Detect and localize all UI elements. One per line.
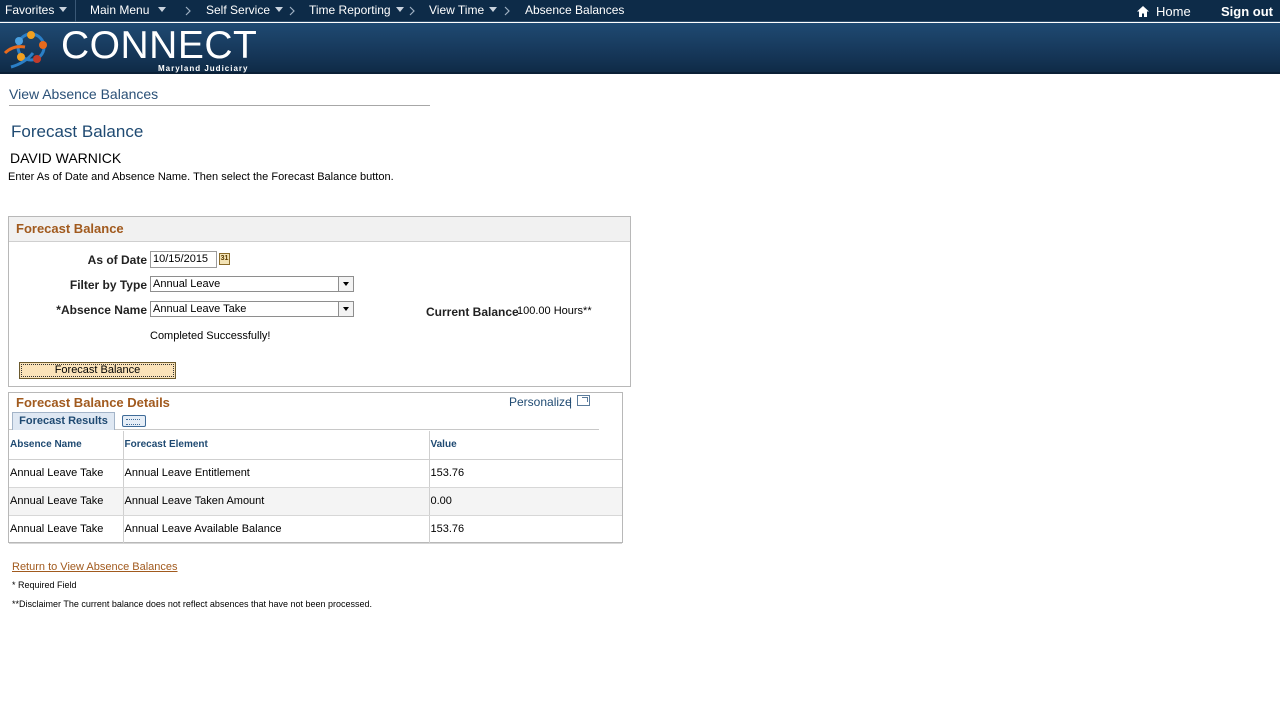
page-link-title: View Absence Balances [9,86,159,102]
cell-absence-name: Annual Leave Take [9,515,124,544]
cell-value: 0.00 [429,487,622,516]
return-to-absence-balances-link[interactable]: Return to View Absence Balances [12,561,178,573]
forecast-balance-groupbox: Forecast Balance As of Date 10/15/2015 3… [8,216,631,387]
home-icon [1137,6,1149,17]
nav-main-menu-label: Main Menu [90,3,150,17]
as-of-date-label: As of Date [87,253,147,267]
chevron-down-icon [158,7,167,12]
nav-absence-balances[interactable]: Absence Balances [525,0,624,22]
home-link[interactable]: Home [1136,0,1191,22]
personalize-link[interactable]: Personalize [509,395,572,409]
disclaimer-text: **Disclaimer The current balance does no… [12,599,373,609]
grid-title: Forecast Balance Details [16,395,170,410]
chevron-down-icon [275,7,284,12]
nav-favorites-label: Favorites [5,3,55,17]
forecast-balance-button[interactable]: Forecast Balance [19,362,176,379]
table-row: Annual Leave Take Annual Leave Entitleme… [9,459,622,488]
breadcrumb-arrow-icon [185,6,191,16]
new-window-icon[interactable] [577,395,590,406]
absence-name-label: *Absence Name [56,303,147,317]
groupbox-title: Forecast Balance [9,217,630,242]
breadcrumb-arrow-icon [289,6,295,16]
nav-self-service[interactable]: Self Service [206,0,284,22]
link-separator: | [569,395,573,409]
employee-name: DAVID WARNICK [10,150,122,166]
column-header-value[interactable]: Value [429,431,622,460]
table-row: Annual Leave Take Annual Leave Available… [9,515,622,544]
cell-absence-name: Annual Leave Take [9,487,124,516]
cell-value: 153.76 [429,459,622,488]
nav-view-time[interactable]: View Time [429,0,498,22]
nav-time-reporting[interactable]: Time Reporting [309,0,404,22]
chevron-down-icon [489,7,498,12]
column-header-forecast-element[interactable]: Forecast Element [123,431,430,460]
home-label: Home [1156,4,1191,19]
forecast-details-grid: Forecast Balance Details Personalize | F… [8,392,623,544]
filter-by-type-label: Filter by Type [69,278,147,292]
top-nav-bar: Favorites Main Menu Self Service Time Re… [0,0,1280,22]
nav-view-time-label: View Time [429,3,485,17]
connect-logo-text: CONNECT [61,24,258,67]
filter-by-type-value: Annual Leave [153,278,221,290]
tab-forecast-results[interactable]: Forecast Results [12,412,115,430]
instructions-text: Enter As of Date and Absence Name. Then … [8,171,394,183]
cell-forecast-element: Annual Leave Available Balance [123,515,430,544]
table-row: Annual Leave Take Annual Leave Taken Amo… [9,487,622,516]
calendar-icon[interactable]: 31 [219,253,230,265]
required-field-note: * Required Field [12,580,77,590]
nav-main-menu[interactable]: Main Menu [90,0,167,22]
chevron-down-icon [395,7,404,12]
absence-name-value: Annual Leave Take [153,303,247,315]
chevron-down-icon [59,7,68,12]
absence-name-select[interactable]: Annual Leave Take [150,301,354,317]
title-divider [9,105,430,106]
dropdown-arrow-icon[interactable] [338,302,353,316]
current-balance-value: 100.00 Hours** [517,305,592,317]
forecast-results-table: Absence Name Forecast Element Value Annu… [9,431,622,544]
show-all-columns-icon[interactable] [122,415,146,427]
status-message: Completed Successfully! [150,330,271,342]
cell-forecast-element: Annual Leave Taken Amount [123,487,430,516]
grid-tab-row: Forecast Results [9,412,599,430]
connect-logo-icon [3,31,47,69]
nav-favorites[interactable]: Favorites [5,0,68,22]
page-title: Forecast Balance [11,122,144,141]
breadcrumb-arrow-icon [409,6,415,16]
table-header-row: Absence Name Forecast Element Value [9,431,622,460]
cell-value: 153.76 [429,515,622,544]
as-of-date-input[interactable]: 10/15/2015 [150,251,217,268]
dropdown-arrow-icon[interactable] [338,277,353,291]
nav-time-reporting-label: Time Reporting [309,3,391,17]
filter-by-type-select[interactable]: Annual Leave [150,276,354,292]
breadcrumb-arrow-icon [504,6,510,16]
header-banner: CONNECT Maryland Judiciary [0,23,1280,74]
current-balance-label: Current Balance [426,305,519,319]
connect-logo-subtext: Maryland Judiciary [158,64,249,73]
nav-self-service-label: Self Service [206,3,271,17]
cell-forecast-element: Annual Leave Entitlement [123,459,430,488]
column-header-absence-name[interactable]: Absence Name [9,431,124,460]
nav-separator [75,0,76,22]
sign-out-link[interactable]: Sign out [1221,0,1273,22]
cell-absence-name: Annual Leave Take [9,459,124,488]
